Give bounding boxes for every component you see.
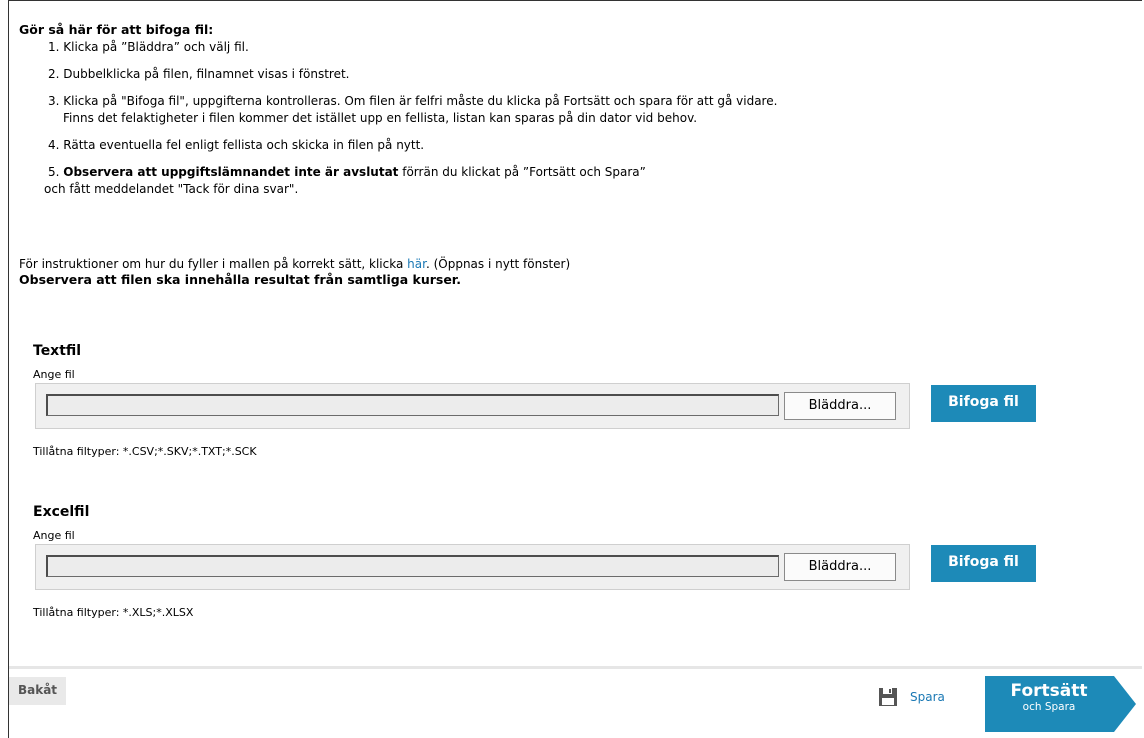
instructions-title: Gör så här för att bifoga fil: — [19, 22, 214, 37]
excelfil-upload-box: Bläddra... — [35, 544, 910, 590]
step-4: 4. Rätta eventuella fel enligt fellista … — [48, 138, 425, 152]
all-courses-notice: Observera att filen ska innehålla result… — [19, 272, 461, 287]
continue-text: Fortsätt och Spara — [985, 681, 1113, 714]
instructions: Gör så här för att bifoga fil: 1. Klicka… — [19, 22, 1119, 208]
continue-label: Fortsätt — [1010, 681, 1088, 701]
textfil-file-input[interactable] — [46, 394, 779, 416]
template-instructions-link[interactable]: här — [407, 257, 426, 271]
template-note: För instruktioner om hur du fyller i mal… — [19, 257, 570, 287]
save-label: Spara — [910, 690, 945, 704]
excelfil-attach-button[interactable]: Bifoga fil — [931, 545, 1036, 582]
excelfil-title: Excelfil — [33, 504, 90, 520]
excelfil-browse-button[interactable]: Bläddra... — [784, 553, 896, 581]
step-3: 3. Klicka på "Bifoga fil", uppgifterna k… — [48, 93, 1119, 127]
template-instructions-text: För instruktioner om hur du fyller i mal… — [19, 257, 570, 272]
step-5-line-2: och fått meddelandet "Tack för dina svar… — [44, 182, 299, 196]
textfil-upload-box: Bläddra... — [35, 383, 910, 429]
textfil-browse-button[interactable]: Bläddra... — [784, 392, 896, 420]
excelfil-allowed-filetypes: Tillåtna filtyper: *.XLS;*.XLSX — [33, 606, 194, 619]
step-3-line-2: Finns det felaktigheter i filen kommer d… — [63, 111, 698, 125]
textfil-title: Textfil — [33, 343, 82, 359]
step-5: 5. Observera att uppgiftslämnandet inte … — [44, 164, 1119, 198]
step-2: 2. Dubbelklicka på filen, filnamnet visa… — [48, 67, 350, 81]
textfil-attach-button[interactable]: Bifoga fil — [931, 385, 1036, 422]
step-5-bold: Observera att uppgiftslämnandet inte är … — [63, 165, 399, 179]
excelfil-label: Ange fil — [33, 529, 75, 542]
instructions-steps: 1. Klicka på ”Bläddra” och välj fil. 2. … — [44, 39, 1119, 198]
note-text-before: För instruktioner om hur du fyller i mal… — [19, 257, 408, 271]
continue-and-save-button[interactable]: Fortsätt och Spara — [985, 676, 1136, 732]
floppy-disk-icon — [879, 688, 897, 706]
back-button[interactable]: Bakåt — [9, 677, 66, 705]
save-button[interactable]: Spara — [878, 685, 945, 709]
continue-sublabel: och Spara — [1022, 701, 1076, 713]
step-1: 1. Klicka på ”Bläddra” och välj fil. — [48, 40, 249, 54]
step-5-prefix: 5. — [48, 165, 64, 179]
textfil-label: Ange fil — [33, 368, 75, 381]
step-3-line-1: 3. Klicka på "Bifoga fil", uppgifterna k… — [48, 94, 778, 108]
excelfil-file-input[interactable] — [46, 555, 779, 577]
textfil-allowed-filetypes: Tillåtna filtyper: *.CSV;*.SKV;*.TXT;*.S… — [33, 445, 257, 458]
note-text-after: . (Öppnas i nytt fönster) — [425, 257, 571, 271]
step-5-rest: förrän du klickat på ”Fortsätt och Spara… — [398, 165, 646, 179]
footer-divider — [9, 666, 1142, 669]
